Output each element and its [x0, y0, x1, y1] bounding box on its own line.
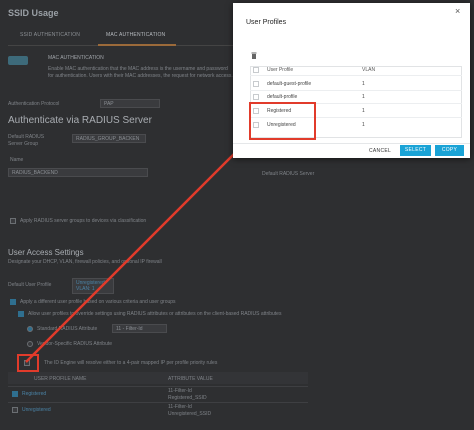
highlight-box-profiles — [249, 102, 316, 140]
profile-vlan: 1 — [362, 94, 365, 100]
profile-vlan: 1 — [362, 81, 365, 87]
profile-vlan: 1 — [362, 122, 365, 128]
select-all-checkbox[interactable] — [253, 67, 259, 73]
trash-icon[interactable] — [251, 52, 257, 59]
row-checkbox[interactable] — [253, 81, 259, 87]
profile-name[interactable]: default-guest-profile — [267, 81, 311, 87]
profile-name[interactable]: default-profile — [267, 94, 297, 100]
select-button[interactable]: SELECT — [400, 145, 431, 156]
row-checkbox[interactable] — [253, 94, 259, 100]
profile-vlan: 1 — [362, 108, 365, 114]
header-divider — [250, 75, 462, 76]
copy-button[interactable]: COPY — [435, 145, 464, 156]
cancel-button[interactable]: CANCEL — [369, 148, 391, 154]
modal-title: User Profiles — [246, 19, 287, 26]
col-user-profile: User Profile — [267, 67, 294, 73]
close-icon[interactable]: × — [455, 7, 460, 16]
row-divider — [250, 90, 462, 91]
col-vlan: VLAN — [362, 67, 376, 73]
